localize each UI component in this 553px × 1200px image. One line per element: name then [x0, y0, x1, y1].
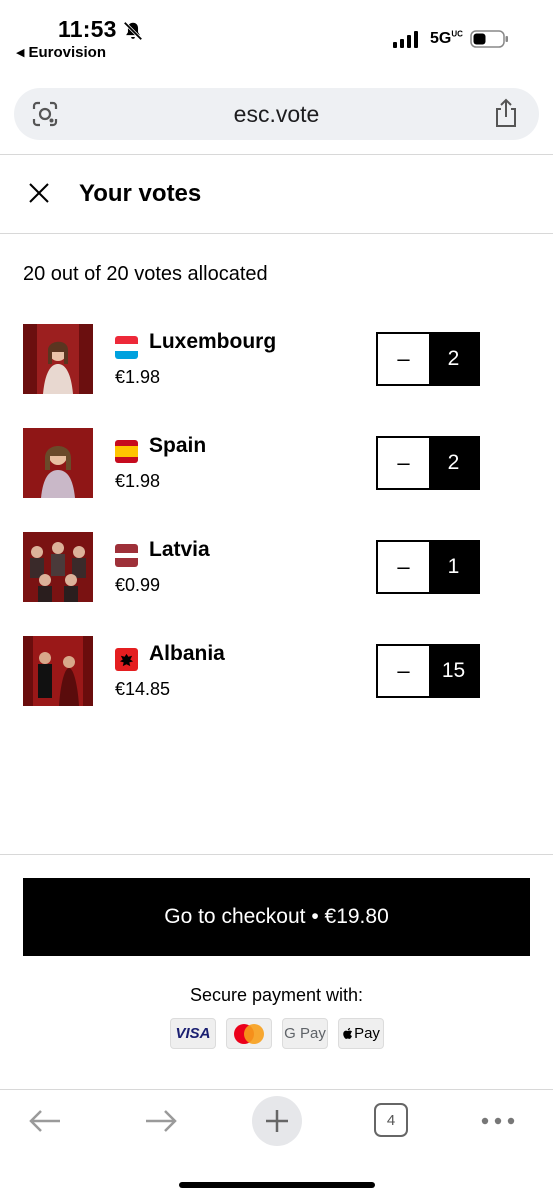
vote-stepper: – 1	[376, 540, 480, 594]
country-name: Spain	[149, 434, 207, 457]
apple-pay-label: Pay	[354, 1025, 380, 1042]
back-button[interactable]	[26, 1100, 64, 1142]
battery-icon	[470, 30, 508, 48]
home-indicator[interactable]	[179, 1182, 375, 1188]
more-dots-icon	[481, 1117, 515, 1125]
artist-photo	[23, 324, 93, 394]
bell-muted-icon	[123, 21, 143, 41]
network-label: 5GUC	[430, 30, 463, 48]
apple-pay-icon: Pay	[338, 1018, 384, 1049]
vote-count[interactable]: 2	[429, 438, 478, 488]
visa-label: VISA	[175, 1025, 211, 1042]
address-bar[interactable]: esc.vote	[14, 88, 539, 140]
flag-luxembourg-icon	[115, 336, 138, 359]
back-to-app-link[interactable]: ◀ Eurovision	[16, 44, 106, 61]
artist-photo	[23, 428, 93, 498]
arrow-left-icon	[29, 1110, 60, 1132]
decrease-vote-button[interactable]: –	[378, 646, 429, 696]
visa-icon: VISA	[170, 1018, 216, 1049]
close-icon[interactable]	[28, 182, 50, 204]
divider	[0, 154, 553, 155]
status-time: 11:53	[58, 16, 117, 42]
network-type: 5G	[430, 30, 452, 47]
divider	[0, 233, 553, 234]
vote-price: €14.85	[115, 679, 171, 699]
google-pay-icon: G Pay	[282, 1018, 328, 1049]
flag-albania-icon	[115, 648, 138, 671]
vote-count[interactable]: 2	[429, 334, 478, 384]
back-app-label: Eurovision	[28, 44, 106, 61]
share-icon[interactable]	[493, 98, 519, 128]
network-sup: UC	[451, 29, 463, 39]
country-name: Luxembourg	[149, 330, 277, 353]
divider	[0, 854, 553, 855]
vote-stepper: – 2	[376, 332, 480, 386]
arrow-right-icon	[146, 1110, 177, 1132]
vote-price: €0.99	[115, 575, 161, 595]
vote-row-latvia: Latvia €0.99 – 1	[23, 532, 483, 604]
vote-stepper: – 15	[376, 644, 480, 698]
url-text: esc.vote	[233, 101, 320, 127]
more-menu-button[interactable]	[478, 1100, 518, 1142]
artist-photo	[23, 532, 93, 602]
divider	[0, 1089, 553, 1090]
status-bar: 11:53 ◀ Eurovision 5GUC	[0, 0, 553, 72]
decrease-vote-button[interactable]: –	[378, 542, 429, 592]
vote-price: €1.98	[115, 471, 161, 491]
vote-row-luxembourg: Luxembourg €1.98 – 2	[23, 324, 483, 396]
country-name: Latvia	[149, 538, 210, 561]
secure-payment-label: Secure payment with:	[189, 985, 364, 1005]
flag-latvia-icon	[115, 544, 138, 567]
eagle-icon	[119, 653, 134, 667]
decrease-vote-button[interactable]: –	[378, 438, 429, 488]
tab-count: 4	[386, 1111, 396, 1129]
forward-button[interactable]	[142, 1100, 180, 1142]
flag-spain-icon	[115, 440, 138, 463]
vote-price: €1.98	[115, 367, 161, 387]
vote-stepper: – 2	[376, 436, 480, 490]
apple-logo	[343, 1027, 353, 1039]
artist-photo	[23, 636, 93, 706]
checkout-button[interactable]: Go to checkout • €19.80	[23, 878, 530, 956]
plus-icon	[266, 1110, 288, 1132]
google-pay-label: G Pay	[284, 1025, 326, 1042]
vote-row-albania: Albania €14.85 – 15	[23, 636, 483, 708]
country-name: Albania	[149, 642, 225, 665]
page-title: Your votes	[79, 180, 202, 207]
new-tab-button[interactable]	[252, 1096, 302, 1146]
mastercard-icon	[226, 1018, 272, 1049]
back-triangle-icon: ◀	[16, 47, 25, 59]
mastercard-logo	[234, 1023, 264, 1044]
vote-row-spain: Spain €1.98 – 2	[23, 428, 483, 500]
vote-count[interactable]: 15	[429, 646, 478, 696]
vote-count[interactable]: 1	[429, 542, 478, 592]
decrease-vote-button[interactable]: –	[378, 334, 429, 384]
votes-allocated-text: 20 out of 20 votes allocated	[23, 263, 268, 285]
signal-icon	[393, 30, 418, 48]
tabs-button[interactable]: 4	[374, 1103, 408, 1137]
